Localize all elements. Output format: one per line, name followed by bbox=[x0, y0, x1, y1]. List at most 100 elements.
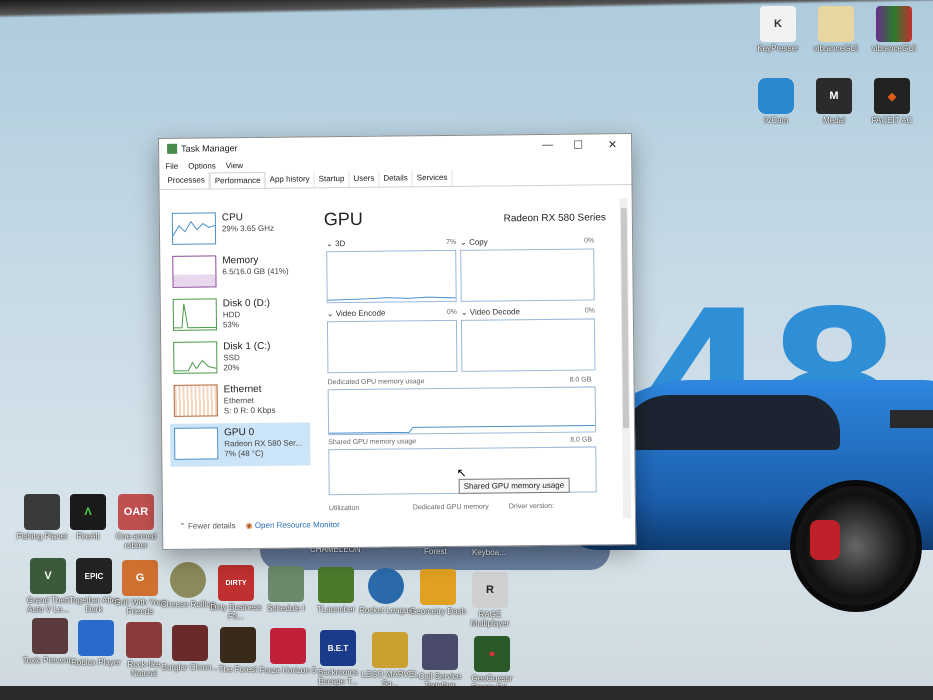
disk0-thumbnail bbox=[172, 298, 218, 331]
sidebar-label-memory: Memory bbox=[222, 254, 259, 267]
sidebar-item-disk1[interactable]: Disk 1 (C:) SSD 20% bbox=[169, 336, 309, 380]
keypresser-icon: K bbox=[760, 6, 796, 42]
icon-label: KeyPresser bbox=[757, 44, 799, 53]
fewer-details-button[interactable]: ⌃ Fewer details bbox=[179, 521, 236, 531]
dedicated-memory-max: 8.0 GB bbox=[569, 376, 592, 384]
engine-encode-selector[interactable]: ⌄ Video Encode bbox=[327, 309, 386, 319]
tab-processes[interactable]: Processes bbox=[163, 172, 210, 189]
folder-icon bbox=[818, 6, 854, 42]
desktop-icon-rage-mp[interactable]: R RAGE Multiplayer bbox=[460, 572, 520, 628]
sidebar-type-disk0: HDD bbox=[222, 310, 241, 320]
forest-icon bbox=[220, 627, 256, 663]
toxic-icon bbox=[32, 618, 68, 654]
shared-memory-max: 8.0 GB bbox=[570, 436, 593, 444]
sidebar-item-memory[interactable]: Memory 6.5/16.0 GB (41%) bbox=[168, 250, 308, 294]
wallpaper-car-window bbox=[620, 395, 840, 450]
menu-file[interactable]: File bbox=[165, 161, 178, 170]
icon-label: RAGE Multiplayer bbox=[470, 610, 510, 628]
ethernet-thumbnail bbox=[173, 384, 218, 417]
menu-view[interactable]: View bbox=[226, 161, 243, 170]
close-button[interactable]: ✕ bbox=[608, 138, 617, 151]
disk1-thumbnail bbox=[173, 341, 218, 374]
scrollbar-thumb[interactable] bbox=[620, 208, 630, 429]
desktop-icon-backrooms[interactable]: B.E.T Backrooms Escape T... bbox=[308, 630, 368, 686]
cpu-thumbnail bbox=[171, 212, 217, 245]
engine-decode-percent: 0% bbox=[584, 307, 595, 315]
desktop-icon-call-service[interactable]: Call Service Together bbox=[410, 634, 470, 690]
firealt-icon: Λ bbox=[70, 494, 106, 530]
engine-3d-label: 3D bbox=[335, 239, 346, 249]
icon-label: Rocket League bbox=[359, 606, 413, 615]
sidebar-item-gpu0[interactable]: GPU 0 Radeon RX 580 Ser... 7% (48 °C) bbox=[169, 422, 311, 467]
desktop-icon-faceit[interactable]: ◆ FACEIT AC bbox=[862, 78, 922, 125]
minecraft-block-icon bbox=[318, 567, 354, 603]
disk0-mini-graph bbox=[173, 303, 216, 329]
cheese-icon bbox=[170, 562, 206, 598]
mouse-cursor-icon: ↖ bbox=[456, 465, 467, 480]
tooltip: Shared GPU memory usage bbox=[458, 477, 570, 494]
desktop-label-forest[interactable]: Forest bbox=[424, 547, 447, 556]
dedicated-memory-label: Dedicated GPU memory usage bbox=[327, 378, 425, 387]
desktop-icon-geoguessr[interactable]: ● GeoGuessr Steam Ed... bbox=[462, 636, 522, 692]
desktop-icon-vibrancegui-2[interactable]: vibranceGUI bbox=[864, 6, 924, 53]
roblox-icon bbox=[78, 620, 114, 656]
lego-icon bbox=[372, 632, 408, 668]
camera-icon bbox=[758, 78, 794, 114]
stat-utilization: Utilization bbox=[328, 504, 360, 513]
menu-options[interactable]: Options bbox=[188, 161, 216, 170]
wallpaper-car-brake bbox=[810, 520, 840, 560]
rocket-league-icon bbox=[368, 568, 404, 604]
open-resource-monitor-link[interactable]: ◉ Open Resource Monitor bbox=[246, 520, 340, 530]
tab-startup[interactable]: Startup bbox=[314, 170, 350, 188]
sidebar-item-cpu[interactable]: CPU 29% 3.65 GHz bbox=[168, 207, 308, 251]
icon-label: Medal bbox=[823, 116, 845, 125]
engine-decode-selector[interactable]: ⌄ Video Decode bbox=[461, 307, 520, 317]
map-pin-icon: ● bbox=[474, 636, 510, 672]
tab-services[interactable]: Services bbox=[412, 169, 453, 187]
performance-sidebar: CPU 29% 3.65 GHz Memory 6.5/16.0 GB (41%) … bbox=[168, 207, 311, 508]
fewer-details-label: Fewer details bbox=[187, 521, 236, 531]
graph-dedicated-memory bbox=[327, 386, 597, 436]
desktop-icon-rocket-league[interactable]: Rocket League bbox=[356, 568, 416, 615]
desktop-icon-one-armed-robber[interactable]: OAR One-armed robber bbox=[106, 494, 166, 550]
icon-label: Geometry Dash bbox=[409, 607, 467, 616]
desktop-icon-geometry-dash[interactable]: Geometry Dash bbox=[408, 569, 468, 616]
sidebar-value-disk1: 20% bbox=[223, 363, 240, 373]
maximize-button[interactable]: ☐ bbox=[573, 139, 583, 152]
minimize-button[interactable]: — bbox=[542, 139, 553, 151]
sidebar-model-gpu0: Radeon RX 580 Ser... bbox=[224, 438, 303, 449]
sidebar-label-ethernet: Ethernet bbox=[223, 383, 262, 396]
engine-3d-percent: 7% bbox=[446, 238, 457, 246]
monitor-bezel-bottom bbox=[0, 686, 933, 700]
disk1-mini-graph bbox=[174, 359, 217, 372]
sidebar-value-memory: 6.5/16.0 GB (41%) bbox=[222, 266, 289, 277]
epic-games-icon: EPIC bbox=[76, 558, 112, 594]
graph-video-decode bbox=[460, 318, 596, 372]
desktop-icon-medal[interactable]: M Medal bbox=[804, 78, 864, 125]
resource-monitor-label: Open Resource Monitor bbox=[254, 520, 340, 531]
desktop-icon-vibrancegui-1[interactable]: vibranceGUI bbox=[806, 6, 866, 53]
shared-memory-label: Shared GPU memory usage bbox=[328, 438, 417, 447]
icon-label: vibranceGUI bbox=[871, 44, 917, 53]
task-manager-window[interactable]: Task Manager — ☐ ✕ File Options View Pro… bbox=[158, 133, 637, 550]
engine-copy-selector[interactable]: ⌄ Copy bbox=[460, 238, 488, 247]
tab-bar: Processes Performance App history Startu… bbox=[159, 168, 632, 190]
geometry-dash-icon bbox=[420, 569, 456, 605]
desktop-icon-ivcam[interactable]: IVCam bbox=[746, 78, 806, 125]
icon-label: vibranceGUI bbox=[813, 44, 859, 53]
tab-details[interactable]: Details bbox=[379, 170, 413, 187]
desktop-icon-keypresser[interactable]: K KeyPresser bbox=[748, 6, 808, 53]
sidebar-item-ethernet[interactable]: Ethernet Ethernet S: 0 R: 0 Kbps bbox=[170, 379, 310, 423]
icon-label: Backrooms Escape T... bbox=[317, 668, 358, 686]
dirty-business-icon: DIRTY bbox=[218, 565, 254, 601]
tab-app-history[interactable]: App history bbox=[265, 171, 315, 188]
gta-icon: V bbox=[30, 558, 66, 594]
desktop-label-keyboard[interactable]: Keyboa... bbox=[472, 548, 506, 557]
grill-icon: G bbox=[122, 560, 158, 596]
sidebar-item-disk0[interactable]: Disk 0 (D:) HDD 53% bbox=[169, 293, 309, 337]
tab-users[interactable]: Users bbox=[349, 170, 380, 187]
cpu-mini-graph bbox=[172, 220, 216, 237]
engine-3d-selector[interactable]: ⌄ 3D bbox=[326, 239, 345, 248]
tab-performance[interactable]: Performance bbox=[209, 171, 266, 189]
icon-label: FACEIT AC bbox=[871, 116, 913, 125]
